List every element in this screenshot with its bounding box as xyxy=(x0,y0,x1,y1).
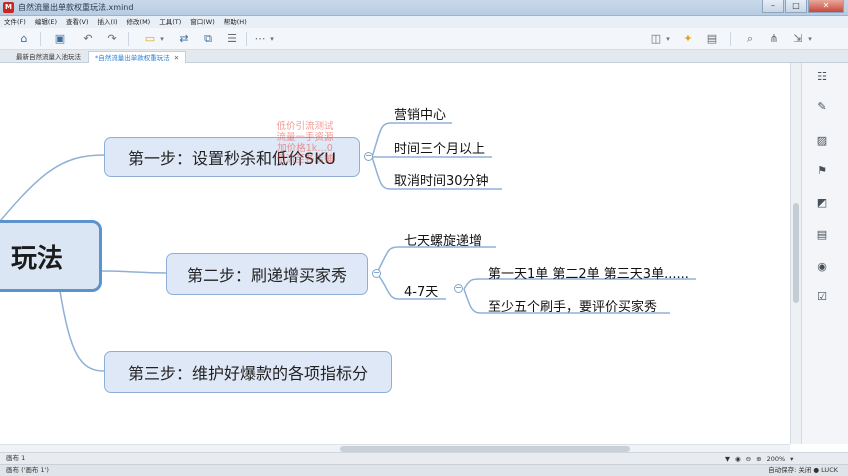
menu-file[interactable]: 文件(F) xyxy=(4,16,26,28)
sheet-status-bar: 画布 1 ▼ ◉ ⊖ ⊕ 200% ▾ xyxy=(0,452,848,464)
redo-icon[interactable]: ↷ xyxy=(104,31,120,47)
boundary-icon[interactable]: ⧉ xyxy=(200,31,216,47)
topic-label: 第二步：刷递增买家秀 xyxy=(186,266,347,285)
topic-icon[interactable]: ▭ xyxy=(142,31,158,47)
chevron-down-icon[interactable]: ▾ xyxy=(790,455,793,463)
xmind-window: M 自然流量出单款权重玩法.xmind – □ ✕ 文件(F) 编辑(E) 查看… xyxy=(0,0,848,476)
window-title: 自然流量出单款权重玩法.xmind xyxy=(18,3,134,12)
chevron-down-icon[interactable]: ▾ xyxy=(664,31,672,47)
toolbar-divider xyxy=(246,32,247,46)
vertical-scroll-thumb[interactable] xyxy=(793,203,799,303)
subtopic-three-months[interactable]: 时间三个月以上 xyxy=(394,138,485,157)
annotation-line: 流量一手资源 xyxy=(276,132,334,143)
horizontal-scrollbar[interactable] xyxy=(0,444,790,452)
zoom-out-icon[interactable]: ⊖ xyxy=(746,455,751,463)
marker-flag-icon[interactable]: ⚑ xyxy=(814,163,830,179)
right-side-panel: ☷ ✎ ▨ ⚑ ◩ ▤ ◉ ☑ xyxy=(801,63,848,444)
subtopic-five-reviewers[interactable]: 至少五个刷手，要评价买家秀 xyxy=(488,296,657,315)
xmind-app-icon: M xyxy=(3,2,14,13)
search-icon[interactable]: ⌕ xyxy=(742,31,758,47)
share-icon[interactable]: ⋔ xyxy=(766,31,782,47)
minimize-button[interactable]: – xyxy=(762,0,784,13)
menu-bar: 文件(F) 编辑(E) 查看(V) 插入(I) 修改(M) 工具(T) 窗口(W… xyxy=(0,16,848,28)
zoom-level: 200% xyxy=(766,454,786,463)
comment-icon[interactable]: ◉ xyxy=(814,259,830,275)
chevron-down-icon[interactable]: ▾ xyxy=(806,31,814,47)
filter-icon[interactable]: ▼ xyxy=(725,455,730,463)
subtopic-cancel-time[interactable]: 取消时间30分钟 xyxy=(394,170,489,189)
close-button[interactable]: ✕ xyxy=(808,0,844,13)
save-icon[interactable]: ▣ xyxy=(52,31,68,47)
image-icon[interactable]: ▨ xyxy=(814,133,830,149)
vertical-scrollbar[interactable] xyxy=(790,63,801,444)
collapse-icon[interactable]: − xyxy=(372,269,381,278)
label-icon[interactable]: ◩ xyxy=(814,195,830,211)
current-sheet-info: 画布 ('画布 1') xyxy=(6,466,49,474)
topic-step-2[interactable]: 第二步：刷递增买家秀 xyxy=(166,253,368,295)
connector-root-step3 xyxy=(59,290,105,372)
lightbulb-icon[interactable]: ✦ xyxy=(680,31,696,47)
export-icon[interactable]: ⇲ xyxy=(790,31,806,47)
maximize-button[interactable]: □ xyxy=(785,0,807,13)
task-icon[interactable]: ☑ xyxy=(814,289,830,305)
root-topic-label: 玩法 xyxy=(10,243,63,274)
toolbar-divider xyxy=(128,32,129,46)
collapse-icon[interactable]: − xyxy=(454,284,463,293)
menu-edit[interactable]: 编辑(E) xyxy=(35,16,57,28)
menu-modify[interactable]: 修改(M) xyxy=(127,16,151,28)
connector-seven-days xyxy=(377,246,496,272)
title-bar: M 自然流量出单款权重玩法.xmind – □ ✕ xyxy=(0,0,848,16)
menu-view[interactable]: 查看(V) xyxy=(66,16,89,28)
eye-icon[interactable]: ◉ xyxy=(735,455,741,463)
menu-help[interactable]: 帮助(H) xyxy=(224,16,247,28)
subtopic-seven-days[interactable]: 七天螺旋递增 xyxy=(404,230,482,249)
notes-icon[interactable]: ▤ xyxy=(814,227,830,243)
tab-label: 最新自然流量入池玩法 xyxy=(16,53,81,61)
undo-icon[interactable]: ↶ xyxy=(80,31,96,47)
presentation-icon[interactable]: ◫ xyxy=(648,31,664,47)
connector-root-step2 xyxy=(101,270,167,274)
subtopic-4-7-days[interactable]: 4-7天 xyxy=(404,281,438,300)
toolbar-divider xyxy=(730,32,731,46)
format-brush-icon[interactable]: ✎ xyxy=(814,99,830,115)
topic-step-3[interactable]: 第三步：维护好爆款的各项指标分 xyxy=(104,351,392,393)
collapse-icon[interactable]: − xyxy=(364,152,373,161)
relationship-icon[interactable]: ⇄ xyxy=(176,31,192,47)
zoom-controls: ▼ ◉ ⊖ ⊕ 200% ▾ xyxy=(725,453,798,464)
outline-view-icon[interactable]: ▤ xyxy=(704,31,720,47)
root-topic[interactable]: 玩法 xyxy=(0,220,102,292)
menu-insert[interactable]: 插入(I) xyxy=(98,16,118,28)
toolbar: ⌂ ▣ ↶ ↷ ▭ ▾ ⇄ ⧉ ☰ ⋯ ▾ ◫ ▾ ✦ ▤ ⌕ ⋔ ⇲ ▾ xyxy=(0,28,848,50)
tab-current-document[interactable]: *自然流量出单款权重玩法 ✕ xyxy=(88,51,187,63)
menu-tools[interactable]: 工具(T) xyxy=(159,16,181,28)
window-controls: – □ ✕ xyxy=(761,0,844,14)
tab-label: *自然流量出单款权重玩法 xyxy=(95,54,170,62)
subtopic-marketing-center[interactable]: 营销中心 xyxy=(394,104,446,123)
annotation-line: 低价引流测试 xyxy=(276,121,334,132)
menu-window[interactable]: 窗口(W) xyxy=(190,16,215,28)
app-bottom-bar: 画布 ('画布 1') 自动保存: 关闭 ● LUCK xyxy=(0,464,848,476)
zoom-in-icon[interactable]: ⊕ xyxy=(756,455,761,463)
tab-latest-traffic[interactable]: 最新自然流量入池玩法 xyxy=(10,51,87,63)
annotation-line: 引流至各店铺 xyxy=(276,154,334,165)
autosave-status: 自动保存: 关闭 ● LUCK xyxy=(768,466,838,474)
more-icon[interactable]: ⋯ xyxy=(252,31,268,47)
annotation-line: 加价格1k…0 xyxy=(277,143,333,154)
annotation-overlay: 低价引流测试 流量一手资源 加价格1k…0 引流至各店铺 xyxy=(270,121,340,165)
chevron-down-icon[interactable]: ▾ xyxy=(158,31,166,47)
chevron-down-icon[interactable]: ▾ xyxy=(268,31,276,47)
close-icon[interactable]: ✕ xyxy=(174,54,179,62)
summary-icon[interactable]: ☰ xyxy=(224,31,240,47)
topic-label: 第三步：维护好爆款的各项指标分 xyxy=(127,364,368,383)
subtopic-daily-orders[interactable]: 第一天1单 第二2单 第三天3单...... xyxy=(488,263,689,282)
document-tab-bar: 最新自然流量入池玩法 *自然流量出单款权重玩法 ✕ xyxy=(0,50,848,63)
sheet-tab[interactable]: 画布 1 xyxy=(6,453,25,464)
home-icon[interactable]: ⌂ xyxy=(16,31,32,47)
toolbar-divider xyxy=(40,32,41,46)
mindmap-canvas[interactable]: 玩法 第一步：设置秒杀和低价SKU − 低价引流测试 流量一手资源 加价格1k…… xyxy=(0,63,790,444)
outline-icon[interactable]: ☷ xyxy=(814,69,830,85)
